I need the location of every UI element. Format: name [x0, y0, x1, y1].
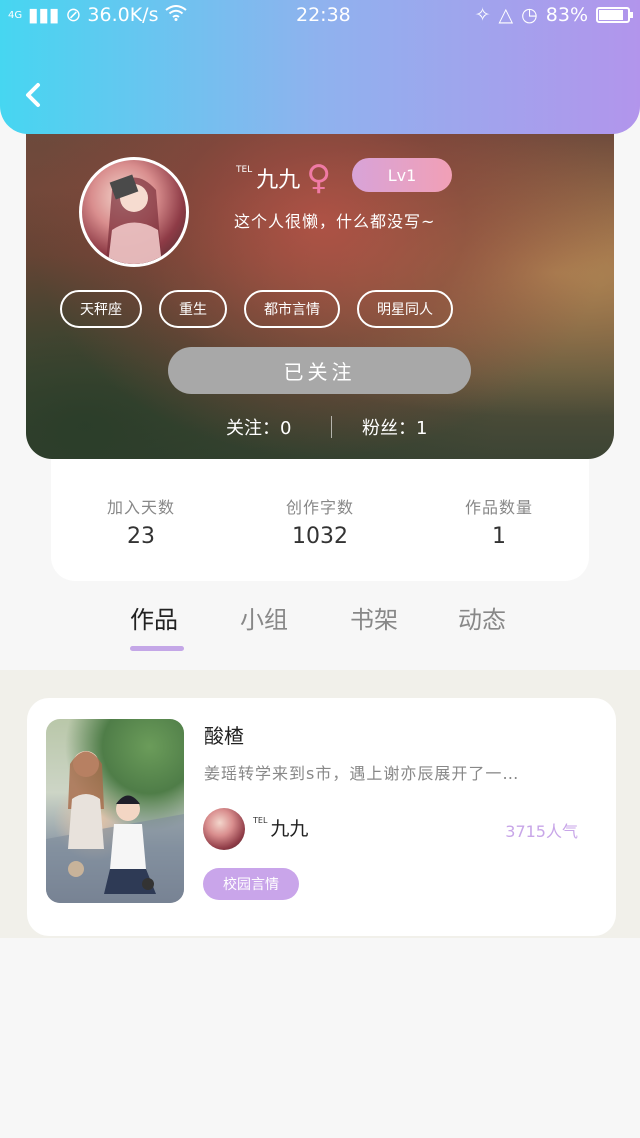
stat-label: 创作字数	[285, 498, 354, 517]
stat-works-count: 作品数量 1	[419, 494, 579, 549]
works-list: 酸楂 姜瑶转学来到s市，遇上谢亦辰展开了一… TEL 九九 3715人气 校园言…	[0, 670, 640, 938]
top-header: 4G ▮▮▮ ⊘ 36.0K/s 22:38 ✧ △ ◷ 83%	[0, 0, 640, 134]
profile-card: TEL 九九 ♀ Lv1 这个人很懒，什么都没写~ 天秤座 重生 都市言情 明星…	[26, 120, 614, 459]
stat-value: 1032	[292, 524, 348, 549]
signal-icon: ▮▮▮	[28, 4, 60, 26]
stat-word-count: 创作字数 1032	[240, 494, 400, 549]
alarm-icon: ◷	[521, 4, 538, 26]
status-bar: 4G ▮▮▮ ⊘ 36.0K/s 22:38 ✧ △ ◷ 83%	[0, 0, 640, 34]
following-count: 0	[280, 418, 292, 439]
battery-percent: 83%	[545, 4, 588, 26]
level-badge: Lv1	[352, 158, 452, 192]
tab-bookshelf[interactable]: 书架	[350, 600, 398, 635]
following-stat[interactable]: 关注：0	[226, 414, 291, 440]
signal-label: 4G	[8, 9, 23, 21]
status-right: ✧ △ ◷ 83%	[474, 4, 633, 26]
tab-groups[interactable]: 小组	[240, 600, 288, 635]
following-label: 关注：	[226, 418, 280, 439]
accessibility-icon: ✧	[474, 4, 491, 26]
popularity-count: 3715人气	[505, 822, 578, 841]
divider	[331, 416, 332, 438]
fans-stat[interactable]: 粉丝：1	[362, 414, 427, 440]
status-left: 4G ▮▮▮ ⊘ 36.0K/s	[8, 4, 187, 26]
chevron-left-icon	[26, 83, 40, 107]
signature: 这个人很懒，什么都没写~	[234, 212, 436, 231]
genre-badge[interactable]: 校园言情	[203, 868, 299, 900]
battery-icon	[596, 7, 633, 23]
work-title[interactable]: 酸楂	[204, 720, 244, 749]
tab-activity[interactable]: 动态	[458, 600, 506, 635]
tab-bar: 作品 小组 书架 动态	[0, 592, 640, 670]
fans-count: 1	[416, 418, 428, 439]
book-cover[interactable]	[46, 719, 184, 903]
follow-button[interactable]: 已关注	[168, 347, 471, 394]
no-disturb-icon: ⊘	[65, 4, 82, 26]
work-description: 姜瑶转学来到s市，遇上谢亦辰展开了一…	[204, 764, 520, 783]
stat-label: 加入天数	[106, 498, 175, 517]
active-tab-indicator	[130, 646, 184, 651]
work-card[interactable]: 酸楂 姜瑶转学来到s市，遇上谢亦辰展开了一… TEL 九九 3715人气 校园言…	[27, 698, 616, 936]
avatar[interactable]	[79, 157, 189, 267]
network-speed: 36.0K/s	[87, 4, 159, 26]
tab-works[interactable]: 作品	[130, 600, 178, 635]
back-button[interactable]	[18, 78, 52, 112]
tag-item[interactable]: 都市言情	[244, 290, 340, 328]
tag-item[interactable]: 重生	[159, 290, 227, 328]
name-row: TEL 九九 ♀	[236, 158, 331, 198]
avatar-image	[106, 174, 162, 264]
clock: 22:38	[296, 4, 351, 26]
tag-list: 天秤座 重生 都市言情 明星同人	[60, 290, 453, 328]
bell-muted-icon: △	[498, 4, 514, 26]
author-name: 九九	[270, 818, 309, 840]
female-icon: ♀	[306, 158, 332, 198]
cover-illustration	[46, 751, 184, 903]
author-avatar[interactable]	[203, 808, 245, 850]
fans-label: 粉丝：	[362, 418, 416, 439]
stat-label: 作品数量	[464, 498, 533, 517]
wifi-icon	[164, 4, 187, 26]
tel-tag: TEL	[236, 165, 253, 175]
stat-value: 1	[492, 524, 506, 549]
stat-value: 23	[127, 524, 155, 549]
author-row: TEL 九九	[253, 814, 308, 841]
stat-join-days: 加入天数 23	[61, 494, 221, 549]
stats-card: 加入天数 23 创作字数 1032 作品数量 1	[51, 440, 589, 581]
follow-stats: 关注：0 粉丝：1	[26, 414, 614, 442]
tag-item[interactable]: 天秤座	[60, 290, 142, 328]
tag-item[interactable]: 明星同人	[357, 290, 453, 328]
user-name: 九九	[256, 168, 301, 193]
author-tel-tag: TEL	[253, 816, 268, 825]
